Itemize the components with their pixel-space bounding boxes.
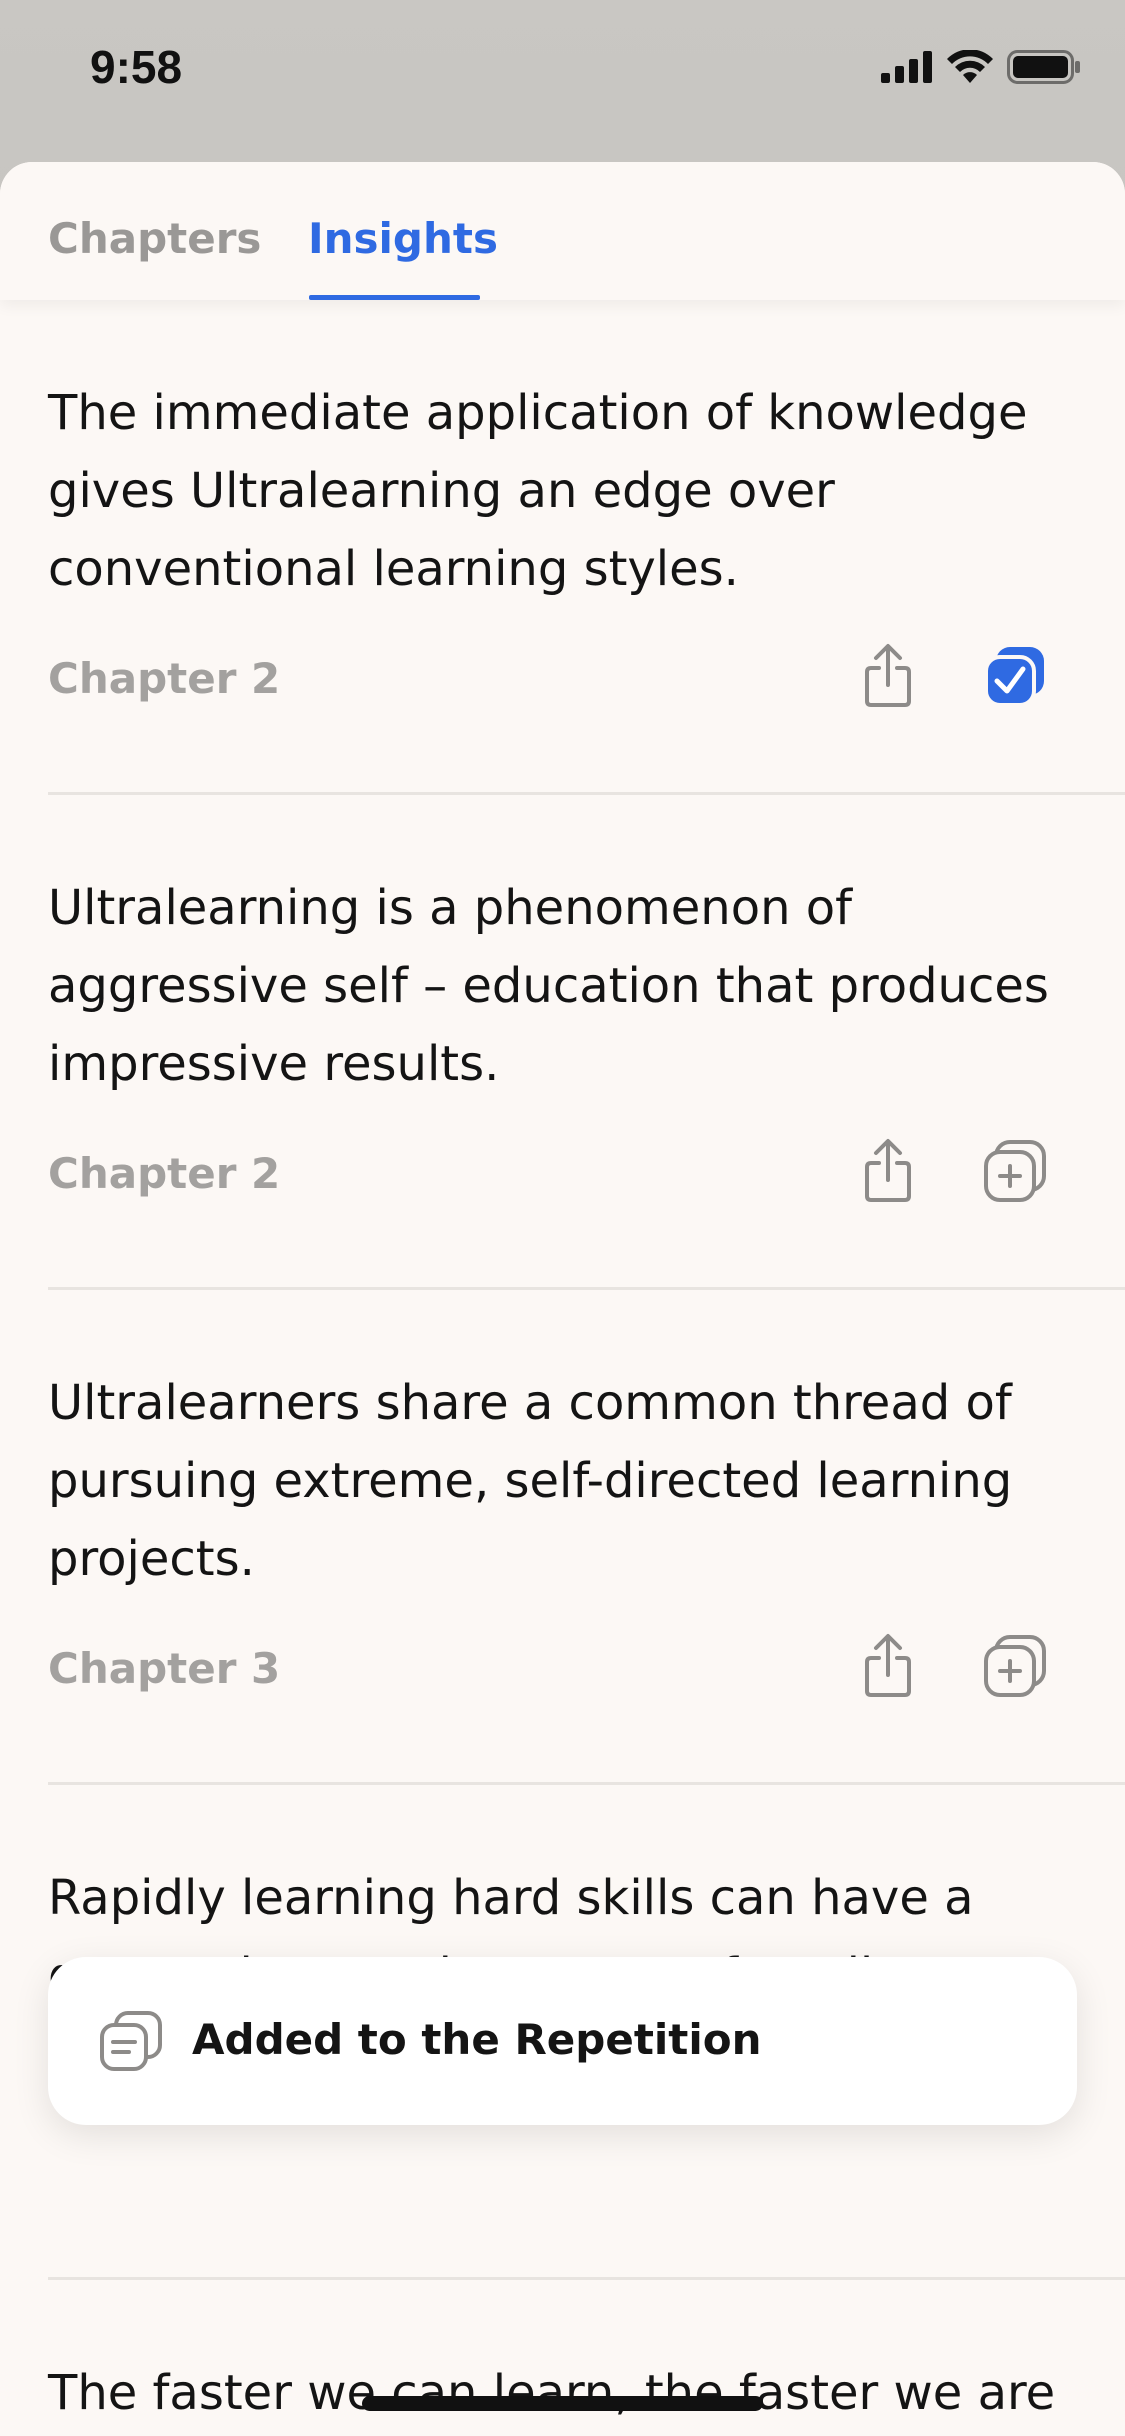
insight-text: Ultralearning is a phenomenon of aggress… xyxy=(48,880,1049,1092)
status-bar: 9:58 xyxy=(0,0,1125,140)
insight-text: The immediate application of knowledge g… xyxy=(48,385,1028,597)
status-time: 9:58 xyxy=(90,41,183,93)
battery-icon xyxy=(1007,50,1080,84)
add-to-repetition-button[interactable] xyxy=(975,636,1055,716)
add-to-repetition-button[interactable] xyxy=(975,1131,1055,1211)
tab-bar: Chapters Insights xyxy=(0,162,1125,300)
insight-card: The faster we can learn, the faster we a… xyxy=(0,2354,1125,2436)
tab-chapters[interactable]: Chapters xyxy=(48,214,261,263)
share-icon xyxy=(865,1139,911,1202)
app-screen: 9:58 Chapters Insights The immediate app… xyxy=(0,0,1125,2436)
repetition-add-icon xyxy=(984,1140,1046,1202)
share-button[interactable] xyxy=(848,1131,928,1211)
insight-text: The faster we can learn, the faster we a… xyxy=(48,2365,1056,2421)
share-button[interactable] xyxy=(848,1626,928,1706)
add-to-repetition-button[interactable] xyxy=(975,1626,1055,1706)
divider xyxy=(48,1287,1125,1290)
insight-card: Ultralearning is a phenomenon of aggress… xyxy=(0,869,1125,1269)
status-icons xyxy=(881,50,1081,84)
toast-message: Added to the Repetition xyxy=(192,2015,762,2064)
wifi-icon xyxy=(947,50,993,83)
insight-chapter-label: Chapter 2 xyxy=(48,1149,281,1198)
toast-notification: Added to the Repetition xyxy=(48,1957,1077,2125)
share-icon xyxy=(865,1634,911,1697)
cards-icon xyxy=(100,2011,162,2071)
insight-chapter-label: Chapter 3 xyxy=(48,1644,281,1693)
cellular-signal-icon xyxy=(881,51,932,83)
share-icon xyxy=(865,644,911,707)
divider xyxy=(48,2277,1125,2280)
insight-text: Ultralearners share a common thread of p… xyxy=(48,1375,1013,1587)
insight-card: Ultralearners share a common thread of p… xyxy=(0,1364,1125,1764)
repetition-add-icon xyxy=(984,1635,1046,1697)
insight-chapter-label: Chapter 2 xyxy=(48,654,281,703)
tab-insights[interactable]: Insights xyxy=(308,214,498,263)
tab-active-indicator xyxy=(309,295,480,300)
home-indicator[interactable] xyxy=(362,2396,763,2411)
repetition-added-icon xyxy=(984,647,1044,707)
divider xyxy=(48,1782,1125,1785)
share-button[interactable] xyxy=(848,636,928,716)
divider xyxy=(48,792,1125,795)
